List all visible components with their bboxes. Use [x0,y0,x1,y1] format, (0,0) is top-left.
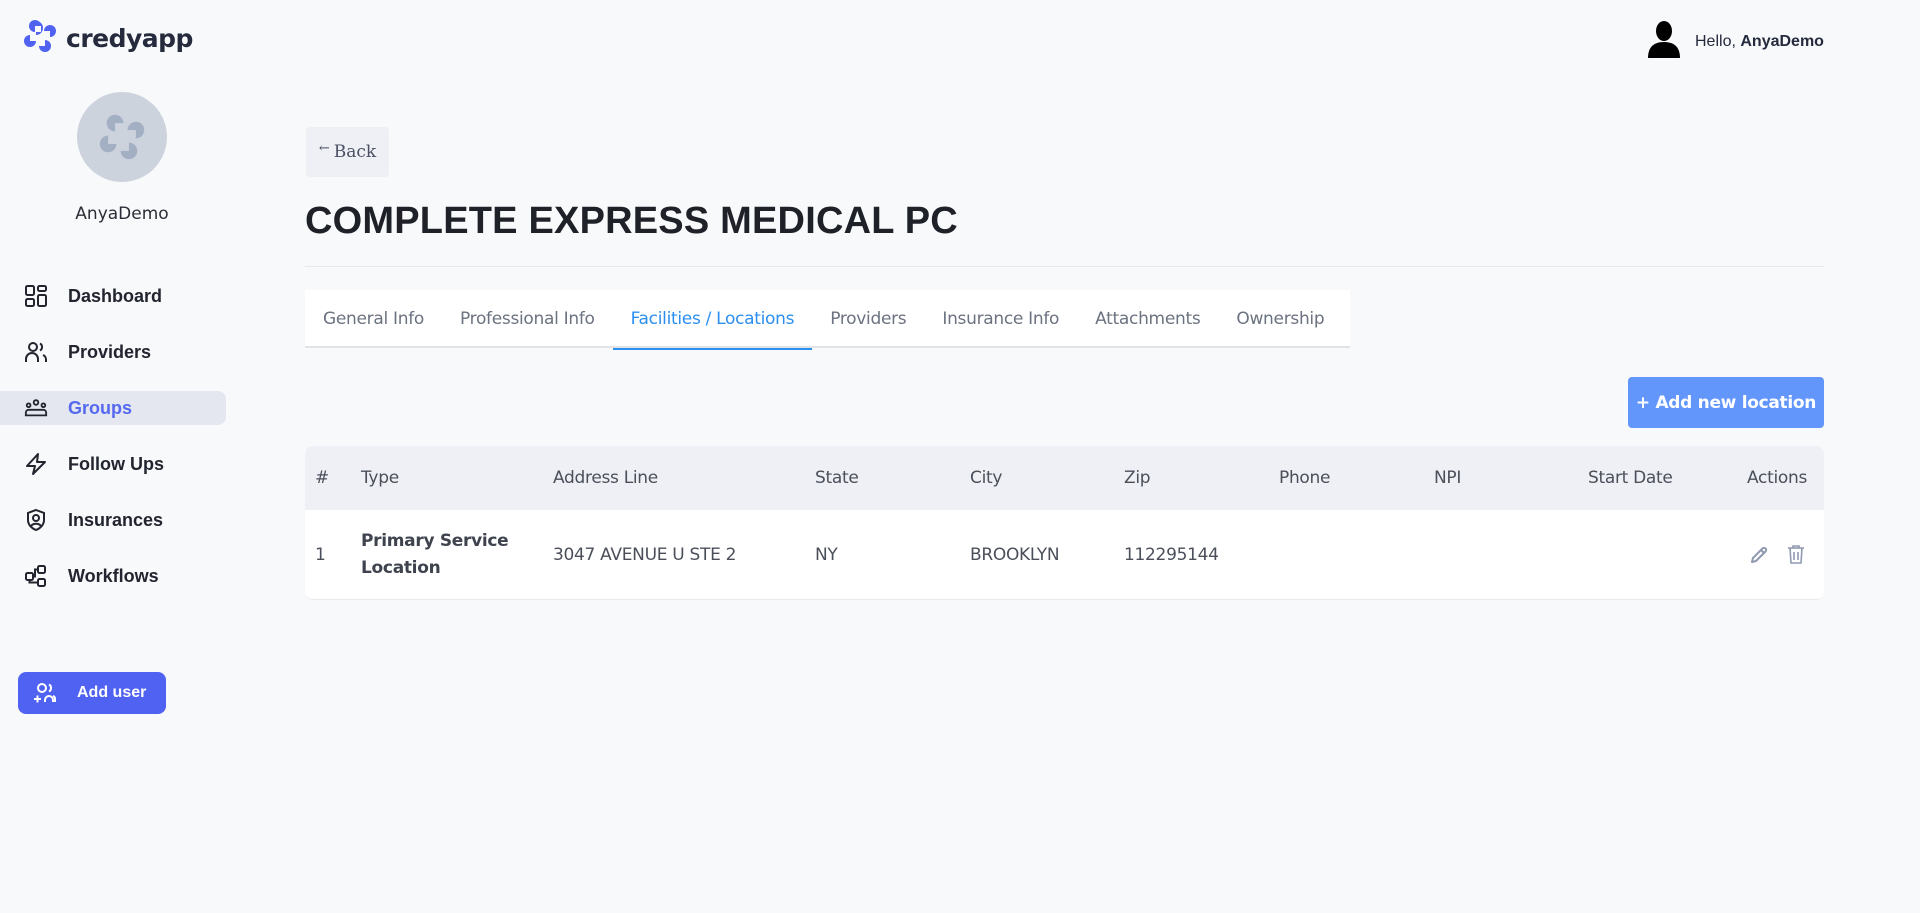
add-user-button[interactable]: Add user [18,672,166,714]
tab-providers[interactable]: Providers [812,290,924,348]
locations-table: # Type Address Line State City Zip Phone… [305,446,1824,600]
column-header-index: # [315,468,329,488]
table-row: 1 Primary Service Location 3047 AVENUE U… [305,510,1824,600]
back-button[interactable]: ← Back [306,127,389,177]
workflow-icon [25,565,46,587]
tab-attachments[interactable]: Attachments [1077,290,1218,348]
sidebar-item-label: Insurances [68,509,164,530]
arrow-left-icon: ← [318,140,330,156]
tab-general-info[interactable]: General Info [305,290,442,348]
lightning-icon [26,453,46,475]
sidebar-item-label: Follow Ups [68,453,164,474]
sidebar-item-follow-ups[interactable]: Follow Ups [0,447,230,481]
brand-logo[interactable]: credyapp [22,18,193,59]
column-header-type: Type [361,468,399,488]
column-header-state: State [815,468,859,488]
add-user-icon [34,683,56,703]
column-header-npi: NPI [1434,468,1462,488]
title-divider [305,266,1824,267]
sidebar-item-label: Dashboard [68,285,163,306]
column-header-address: Address Line [553,468,658,488]
logo-icon [22,18,58,59]
trash-icon[interactable] [1787,544,1805,565]
edit-icon[interactable] [1749,545,1769,565]
tab-bar: General Info Professional Info Facilitie… [305,290,1350,350]
group-icon [24,399,48,417]
cell-address: 3047 AVENUE U STE 2 [553,544,737,565]
tab-insurance-info[interactable]: Insurance Info [924,290,1077,348]
table-header: # Type Address Line State City Zip Phone… [305,446,1824,510]
sidebar-item-workflows[interactable]: Workflows [0,559,230,593]
tab-ownership[interactable]: Ownership [1218,290,1342,348]
profile-name: AnyaDemo [75,204,169,224]
tab-facilities-locations[interactable]: Facilities / Locations [612,290,813,350]
sidebar-item-providers[interactable]: Providers [0,335,230,369]
sidebar-item-label: Workflows [68,565,159,586]
shield-user-icon [27,508,45,532]
tab-professional-info[interactable]: Professional Info [442,290,613,348]
sidebar-nav: Dashboard Providers Groups Follow Ups In… [0,279,230,615]
column-header-actions: Actions [1747,468,1807,488]
sidebar-item-groups[interactable]: Groups [0,391,226,425]
back-label: Back [333,142,377,162]
cell-index: 1 [315,544,326,565]
column-header-phone: Phone [1279,468,1331,488]
brand-name: credyapp [66,24,193,53]
cell-actions [1749,510,1805,599]
cell-zip: 112295144 [1124,544,1219,565]
sidebar-profile: AnyaDemo [0,92,244,224]
users-icon [25,342,47,362]
add-user-label: Add user [77,684,147,701]
sidebar-item-insurances[interactable]: Insurances [0,503,230,537]
cell-type: Primary Service Location [361,530,509,578]
sidebar-item-label: Groups [68,397,133,418]
grid-icon [25,285,47,307]
column-header-zip: Zip [1124,468,1151,488]
greeting-username: AnyaDemo [1740,32,1824,50]
avatar-logo-icon [99,114,145,160]
column-header-city: City [970,468,1003,488]
user-silhouette-icon [1645,20,1683,63]
add-new-location-button[interactable]: + Add new location [1628,377,1824,428]
avatar[interactable] [77,92,167,182]
user-menu[interactable]: Hello, AnyaDemo [1645,20,1824,63]
greeting-text: Hello, AnyaDemo [1695,33,1824,51]
greeting-prefix: Hello, [1695,32,1741,50]
sidebar-item-label: Providers [68,341,152,362]
cell-state: NY [815,544,838,565]
sidebar-item-dashboard[interactable]: Dashboard [0,279,230,313]
column-header-start-date: Start Date [1588,468,1673,488]
page-title: COMPLETE EXPRESS MEDICAL PC [305,200,958,242]
cell-city: BROOKLYN [970,544,1060,565]
